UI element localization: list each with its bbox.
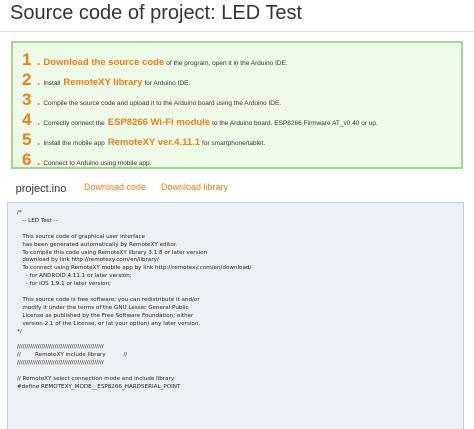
code-line: - for ANDROID 4.11.1 or later version; (17, 273, 132, 280)
step-text: Connect to Arduino using mobile app. (43, 160, 152, 167)
source-code-text: /* -- LED Test -- This source code of gr… (17, 210, 251, 392)
step-prefix: Correctly connect the (43, 120, 105, 127)
code-line: -- LED Test -- (17, 217, 58, 224)
step-text: for Arduino IDE. (144, 80, 191, 87)
page-title: Source code of project: LED Test (10, 2, 303, 24)
code-line: To connect using RemoteXY mobile app by … (17, 265, 252, 272)
code-line: ////////////////////////////////////////… (17, 360, 104, 367)
step-6: 6 . Connect to Arduino using mobile app. (22, 150, 151, 169)
code-line: has been generated automatically by Remo… (17, 241, 178, 248)
code-line: To compile this code using RemoteXY libr… (17, 249, 208, 256)
step-text: of the program, open it in the Arduino I… (166, 60, 288, 67)
code-line: modify it under the terms of the GNU Les… (17, 304, 189, 311)
step-prefix: Install (43, 80, 61, 87)
code-line: // RemoteXY select connection mode and i… (17, 376, 175, 383)
remotexy-library-link[interactable]: RemoteXY library (63, 77, 142, 88)
tab-project-ino[interactable]: project.ino (7, 177, 75, 201)
code-tabs: project.ino Download code Download libra… (0, 177, 474, 201)
step-number: 3 (22, 90, 32, 109)
esp8266-module-link[interactable]: ESP8266 Wi-Fi module (108, 117, 210, 128)
step-3: 3 . Compile the source code and upload i… (22, 90, 281, 109)
download-library-link[interactable]: Download library (161, 182, 228, 192)
step-text: to the Arduino board. ESP8266 Firmware A… (212, 120, 378, 127)
step-5: 5 . Install the mobile app RemoteXY ver.… (22, 130, 265, 149)
step-number: 5 (22, 130, 32, 149)
code-line: // RemoteXY include library // (17, 352, 128, 359)
title-divider (0, 31, 474, 32)
code-line: #define REMOTEXY_MODE__ESP8266_HARDSERIA… (17, 383, 181, 390)
code-line: */ (17, 328, 22, 335)
step-2: 2 . Install RemoteXY library for Arduino… (22, 70, 190, 89)
remotexy-app-link[interactable]: RemoteXY ver.4.11.1 (108, 137, 200, 148)
step-number: 2 (22, 70, 32, 89)
step-dot: . (37, 114, 41, 128)
step-text: for smartphone/tablet. (202, 140, 266, 147)
instructions-panel: 1 . Download the source code of the prog… (11, 41, 463, 169)
step-number: 4 (22, 110, 32, 129)
step-prefix: Install the mobile app (43, 140, 105, 147)
download-code-link[interactable]: Download code (84, 182, 146, 192)
code-line: ////////////////////////////////////////… (17, 344, 104, 351)
code-line: /* (17, 210, 22, 216)
step-4: 4 . Correctly connect the ESP8266 Wi-Fi … (22, 110, 378, 129)
download-source-link[interactable]: Download the source code (43, 57, 164, 68)
code-line: download by link http://remotexy.com/en/… (17, 257, 159, 264)
step-dot: . (37, 134, 41, 148)
code-line: This source code of graphical user inter… (17, 233, 146, 240)
source-code-panel: /* -- LED Test -- This source code of gr… (7, 202, 464, 429)
step-1: 1 . Download the source code of the prog… (22, 50, 288, 69)
step-dot: . (37, 54, 41, 68)
step-dot: . (37, 154, 41, 168)
step-number: 6 (22, 150, 32, 169)
step-number: 1 (22, 50, 32, 69)
code-line: License as published by the Free Softwar… (17, 312, 194, 319)
code-line: This source code is free software; you c… (17, 296, 200, 303)
code-line: - for iOS 1.9.1 or later version; (17, 281, 112, 288)
step-text: Compile the source code and upload it to… (43, 100, 282, 107)
step-dot: . (37, 94, 41, 108)
code-line: version 2.1 of the License, or (at your … (17, 320, 201, 327)
step-dot: . (37, 74, 41, 88)
